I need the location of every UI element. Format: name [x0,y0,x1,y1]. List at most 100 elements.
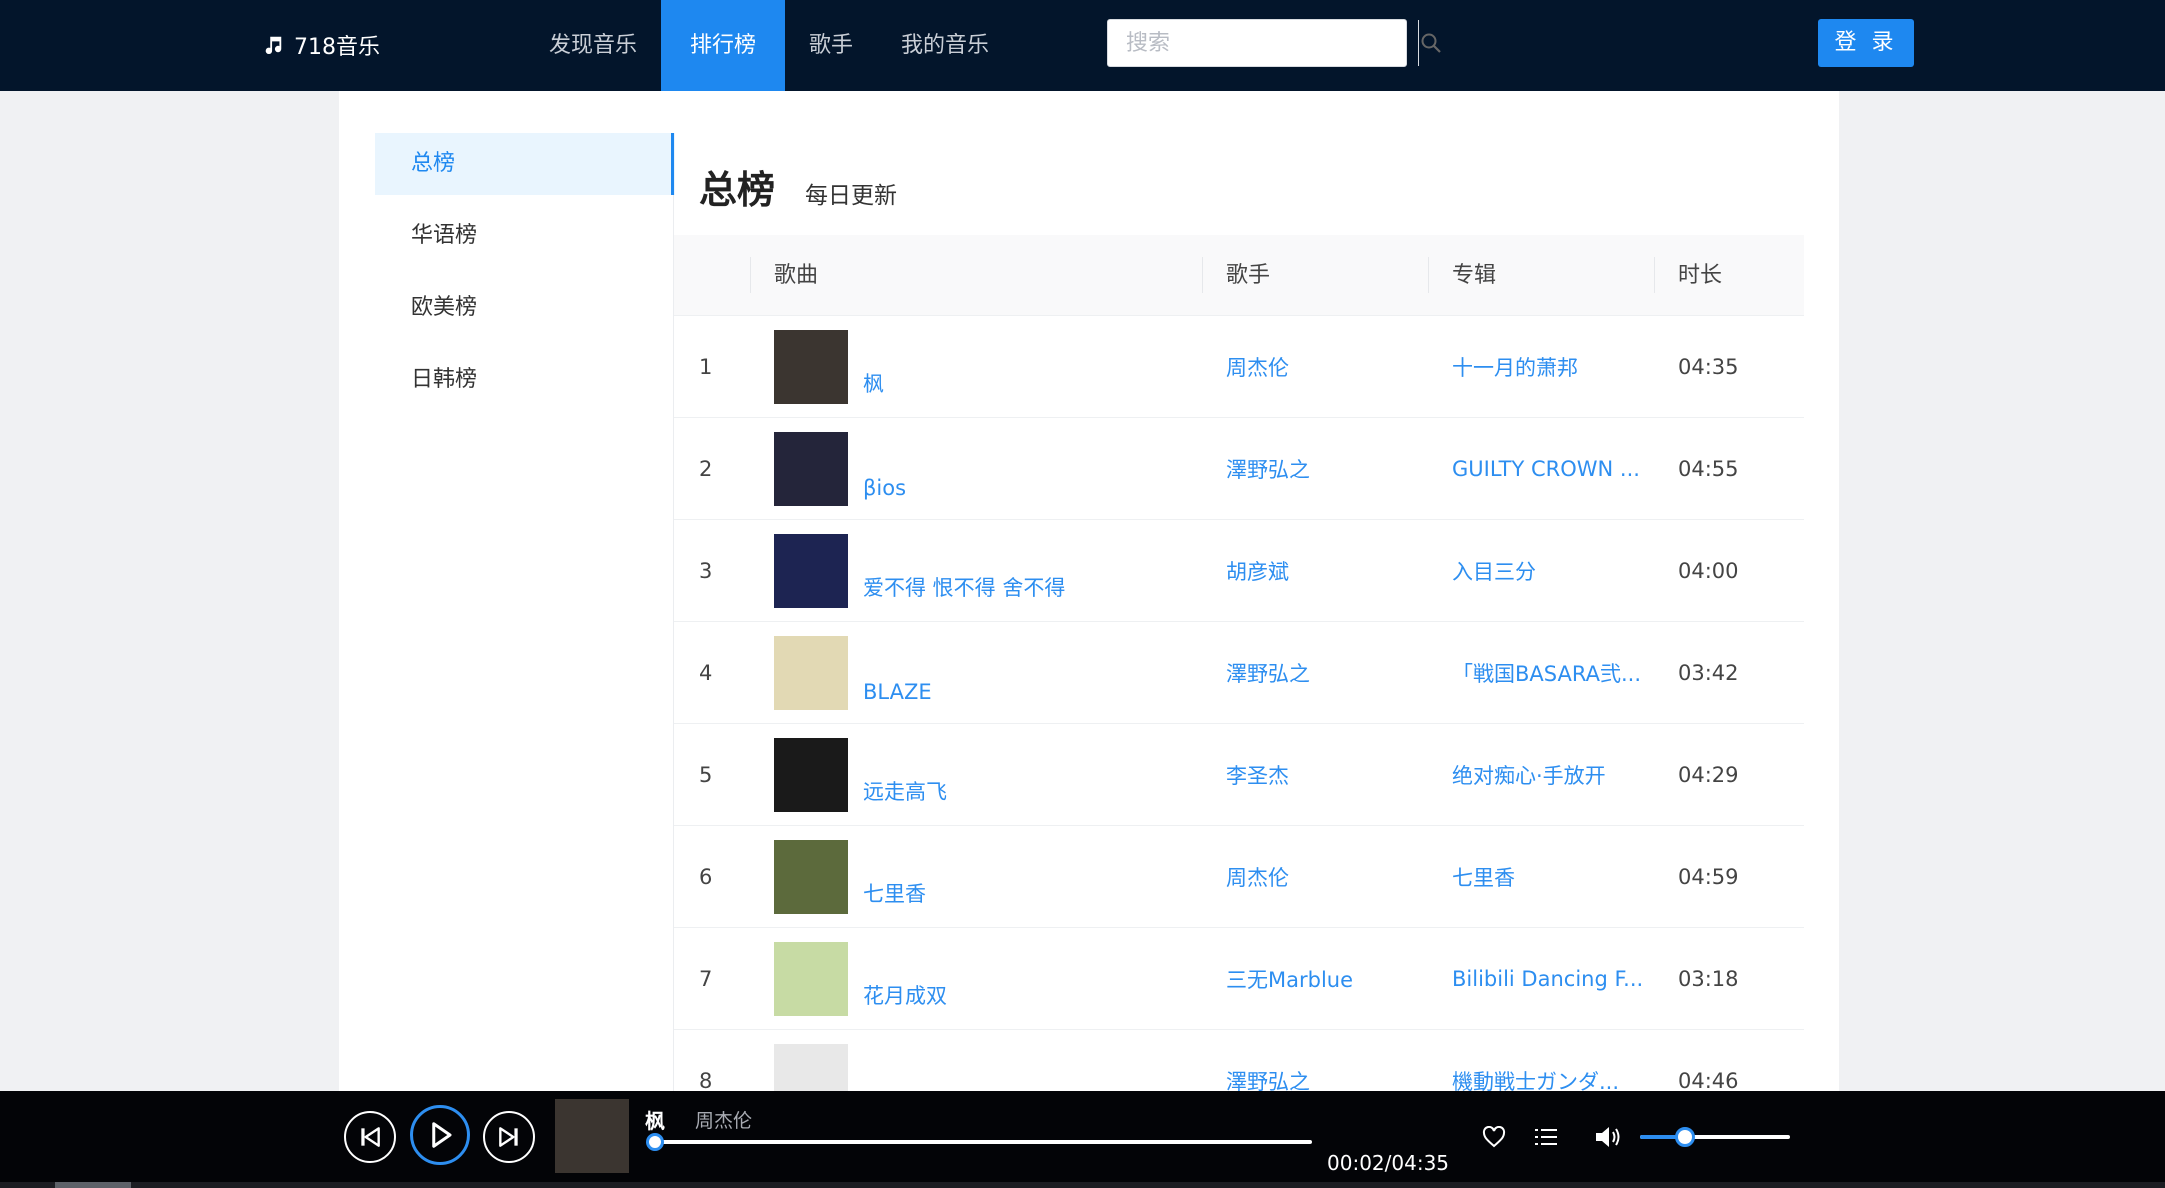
song-link[interactable]: βios [863,476,906,500]
nav-charts[interactable]: 排行榜 [661,0,786,91]
volume-slider[interactable] [1640,1127,1790,1147]
artist-link[interactable]: 周杰伦 [1202,862,1428,892]
table-row[interactable]: 2 βios 澤野弘之 GUILTY CROWN ... 04:55 [674,418,1804,520]
nav-singers[interactable]: 歌手 [785,0,877,91]
row-index: 1 [699,354,713,379]
playlist-icon [1535,1129,1557,1145]
album-link[interactable]: Bilibili Dancing F... [1428,967,1654,991]
table-row[interactable]: 3 爱不得 恨不得 舍不得 胡彦斌 入目三分 04:00 [674,520,1804,622]
album-cover[interactable] [774,635,848,710]
table-row[interactable]: 7 花月成双 三无Marblue Bilibili Dancing F... 03:18 [674,928,1804,1030]
nav-my-music[interactable]: 我的音乐 [877,0,1013,91]
row-index: 2 [699,456,713,481]
sidebar-item-chinese[interactable]: 华语榜 [375,205,675,267]
row-index: 3 [699,558,713,583]
table-row[interactable]: 6 七里香 周杰伦 七里香 04:59 [674,826,1804,928]
album-cover[interactable] [774,839,848,914]
top-navbar: 718音乐 发现音乐 排行榜 歌手 我的音乐 登 录 [0,0,2165,91]
previous-track-button[interactable] [344,1111,396,1163]
favorite-button[interactable] [1480,1123,1508,1151]
song-link[interactable]: BLAZE [863,680,932,704]
song-cell: BLAZE [750,635,1202,710]
content-panel: 总榜 华语榜 欧美榜 日韩榜 总榜 每日更新 歌曲 歌手 专辑 时长 1 枫周杰伦… [339,91,1839,1133]
login-button[interactable]: 登 录 [1818,19,1914,67]
row-index: 7 [699,966,713,991]
sidebar-item-overall[interactable]: 总榜 [375,133,675,195]
column-header-artist: 歌手 [1202,235,1428,316]
song-link[interactable]: 远走高飞 [863,776,947,806]
skip-next-icon [499,1127,518,1147]
search-icon [1421,33,1441,53]
table-row[interactable]: 5 远走高飞 李圣杰 绝对痴心·手放开 04:29 [674,724,1804,826]
next-track-button[interactable] [483,1111,535,1163]
column-header-song: 歌曲 [750,235,1202,316]
now-playing-cover[interactable] [555,1099,629,1173]
volume-handle[interactable] [1675,1127,1695,1147]
search-button[interactable] [1418,20,1443,66]
search-input[interactable] [1108,20,1418,66]
artist-link[interactable]: 周杰伦 [1202,352,1428,382]
row-index: 8 [699,1068,713,1093]
album-link[interactable]: 十一月的萧邦 [1428,352,1654,382]
album-link[interactable]: 「戦国BASARA弐... [1428,658,1654,688]
song-link[interactable]: 七里香 [863,878,926,908]
volume-button[interactable] [1593,1123,1623,1151]
album-link[interactable]: 入目三分 [1428,556,1654,586]
play-button[interactable] [410,1105,470,1165]
sidebar-item-jpkr[interactable]: 日韩榜 [375,349,675,411]
progress-bar[interactable] [645,1133,1312,1151]
chart-sidebar: 总榜 华语榜 欧美榜 日韩榜 [375,133,675,421]
song-duration: 04:29 [1678,762,1739,787]
sidebar-item-western[interactable]: 欧美榜 [375,277,675,339]
artist-link[interactable]: 三无Marblue [1202,964,1428,994]
search-box [1107,19,1441,67]
song-duration: 03:18 [1678,966,1739,991]
scrollbar-thumb[interactable] [55,1182,131,1188]
play-icon [432,1122,452,1148]
table-row[interactable]: 1 枫 周杰伦 十一月的萧邦 04:35 [674,316,1804,418]
artist-link[interactable]: 胡彦斌 [1202,556,1428,586]
album-cover[interactable] [774,329,848,404]
album-cover[interactable] [774,533,848,608]
page-title: 总榜 [699,168,776,212]
heart-icon [1482,1126,1506,1148]
chart-heading: 总榜 每日更新 [699,159,897,214]
album-cover[interactable] [774,941,848,1016]
table-row[interactable]: 4 BLAZE 澤野弘之 「戦国BASARA弐... 03:42 [674,622,1804,724]
song-cell: 花月成双 [750,941,1202,1016]
sidebar-active-indicator [671,133,674,195]
artist-link[interactable]: 澤野弘之 [1202,658,1428,688]
artist-link[interactable]: 澤野弘之 [1202,454,1428,484]
column-header-album: 专辑 [1428,235,1654,316]
music-player: 枫 周杰伦 00:02/04:35 [0,1091,2165,1188]
now-playing-title: 枫 [645,1109,665,1133]
album-cover[interactable] [774,737,848,812]
row-index: 4 [699,660,713,685]
playback-time: 00:02/04:35 [1327,1151,1450,1175]
bottom-scrollbar[interactable] [0,1182,2165,1188]
playlist-button[interactable] [1532,1123,1560,1151]
column-header-index [674,235,750,316]
music-note-icon [265,36,282,55]
album-cover[interactable] [774,431,848,506]
song-cell: βios [750,431,1202,506]
song-duration: 04:59 [1678,864,1739,889]
song-link[interactable]: 爱不得 恨不得 舍不得 [863,572,1065,602]
song-cell: 爱不得 恨不得 舍不得 [750,533,1202,608]
song-link[interactable]: 花月成双 [863,980,947,1010]
song-cell: 七里香 [750,839,1202,914]
album-link[interactable]: 绝对痴心·手放开 [1428,760,1654,790]
song-link[interactable]: 枫 [863,368,884,398]
now-playing-artist[interactable]: 周杰伦 [695,1106,752,1133]
song-duration: 03:42 [1678,660,1739,685]
app-logo[interactable]: 718音乐 [262,28,380,62]
nav-discover-music[interactable]: 发现音乐 [525,0,661,91]
artist-link[interactable]: 李圣杰 [1202,760,1428,790]
song-cell: 枫 [750,329,1202,404]
progress-handle[interactable] [645,1133,664,1151]
song-duration: 04:35 [1678,354,1739,379]
album-link[interactable]: 七里香 [1428,862,1654,892]
row-index: 5 [699,762,713,787]
album-link[interactable]: GUILTY CROWN ... [1428,457,1654,481]
app-logo-text: 718音乐 [294,35,380,60]
